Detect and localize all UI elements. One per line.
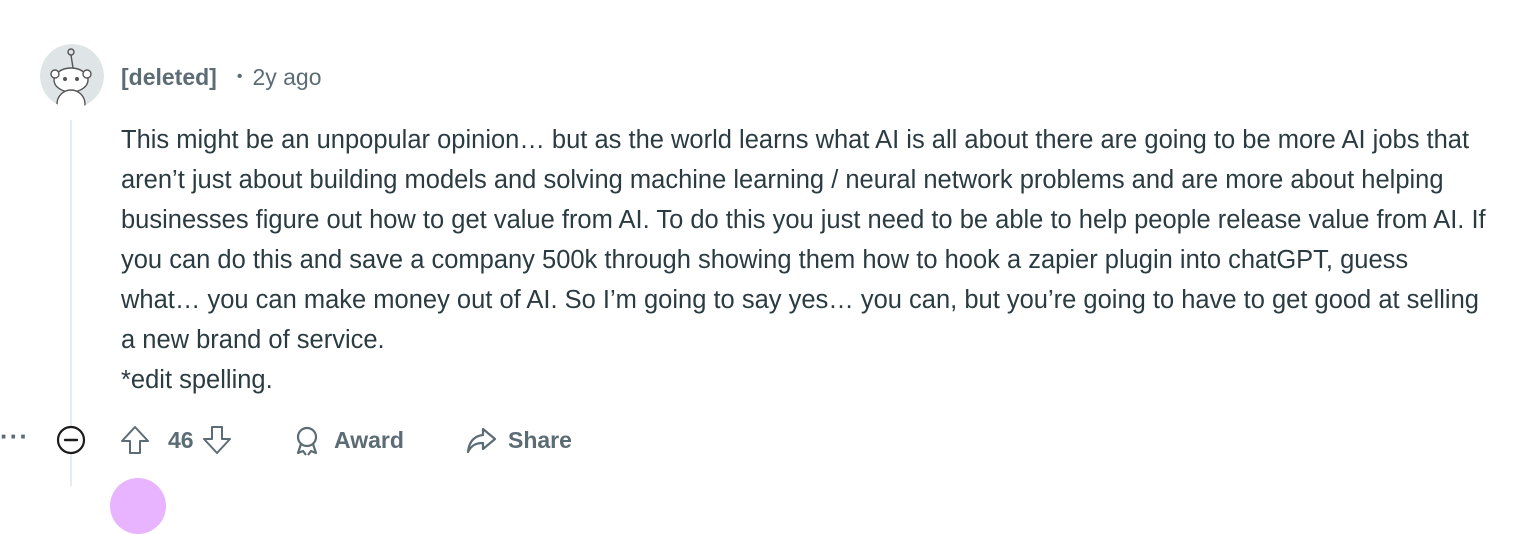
downvote-arrow-icon <box>202 426 231 454</box>
collapse-minus-icon <box>56 425 86 455</box>
comment-paragraph: This might be an unpopular opinion… but … <box>121 126 1486 354</box>
share-label: Share <box>508 426 572 453</box>
reply-avatar[interactable] <box>110 478 166 534</box>
comment-action-bar: 46 Award Share ··· <box>0 418 1520 462</box>
award-label: Award <box>334 426 404 453</box>
upvote-button[interactable] <box>118 423 152 457</box>
meta-separator: • <box>236 68 243 85</box>
author-name[interactable]: [deleted] <box>121 64 217 91</box>
comment-meta: [deleted] • 2y ago <box>121 60 322 94</box>
comment-edit-note: *edit spelling. <box>121 366 273 394</box>
collapse-button[interactable] <box>56 425 86 455</box>
share-arrow-icon <box>464 423 498 457</box>
vote-controls: 46 <box>118 422 234 458</box>
downvote-button[interactable] <box>200 423 234 457</box>
award-icon <box>290 423 324 457</box>
share-button[interactable]: Share <box>464 422 572 458</box>
upvote-arrow-icon <box>121 426 149 454</box>
comment-body: This might be an unpopular opinion… but … <box>121 120 1491 400</box>
user-avatar[interactable] <box>40 44 104 108</box>
award-button[interactable]: Award <box>290 422 404 458</box>
timestamp[interactable]: 2y ago <box>252 64 321 91</box>
snoo-avatar-icon <box>40 44 104 108</box>
vote-score: 46 <box>168 426 194 453</box>
